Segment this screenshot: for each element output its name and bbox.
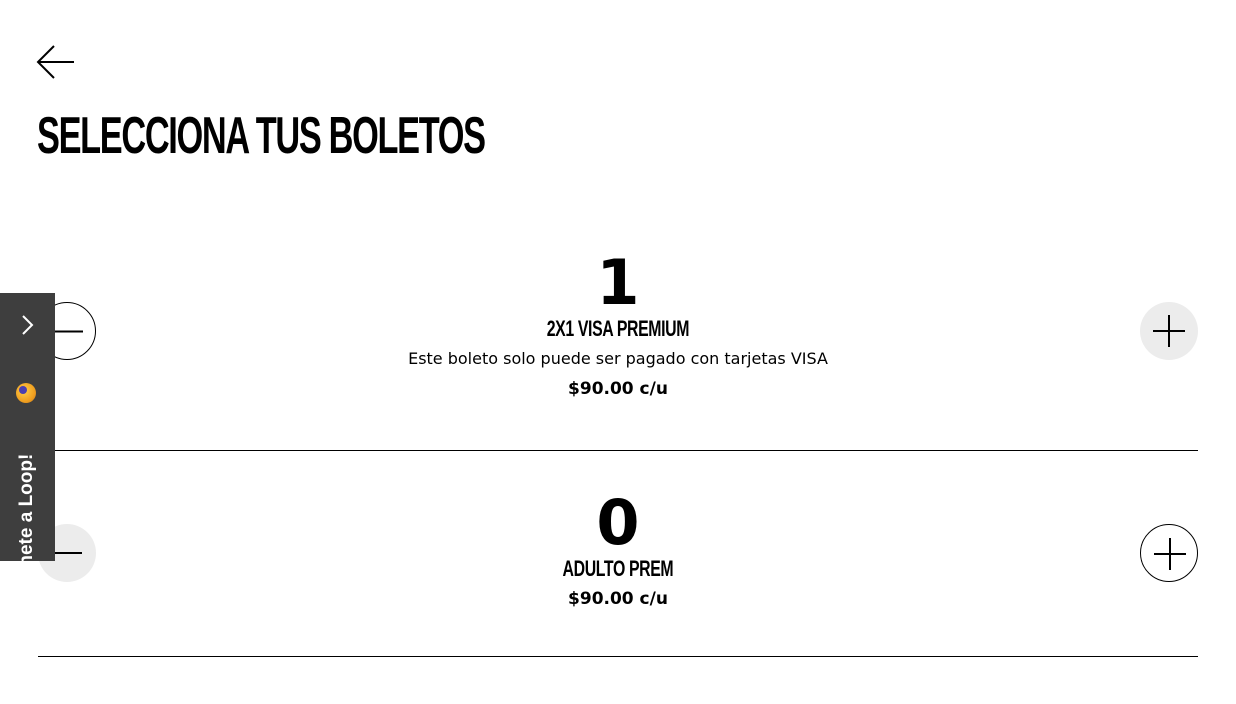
chevron-right-icon	[22, 315, 34, 335]
ticket-row: 1 2X1 VISA PREMIUM Este boleto solo pued…	[38, 250, 1198, 451]
ticket-quantity: 0	[596, 486, 640, 559]
ticket-price: $90.00 c/u	[568, 589, 668, 609]
smiley-emoji-icon	[16, 383, 36, 403]
ticket-price: $90.00 c/u	[568, 379, 668, 399]
plus-icon	[1153, 315, 1185, 347]
page-title: SELECCIONA TUS BOLETOS	[37, 107, 486, 165]
ticket-row: 0 ADULTO PREM $90.00 c/u	[38, 490, 1198, 657]
arrow-left-icon	[36, 45, 74, 79]
plus-icon	[1154, 538, 1186, 570]
join-loop-label: Únete a Loop!	[16, 453, 37, 581]
ticket-quantity: 1	[596, 246, 640, 319]
ticket-description: Este boleto solo puede ser pagado con ta…	[408, 349, 828, 368]
join-loop-tab[interactable]: Únete a Loop!	[0, 293, 55, 580]
ticket-selection-page: SELECCIONA TUS BOLETOS 1 2X1 VISA PREMIU…	[0, 0, 1236, 704]
ticket-info: 1 2X1 VISA PREMIUM Este boleto solo pued…	[38, 250, 1198, 400]
increase-quantity-button[interactable]	[1140, 302, 1198, 360]
ticket-name: 2X1 VISA PREMIUM	[546, 316, 690, 341]
back-button[interactable]	[36, 44, 76, 80]
increase-quantity-button[interactable]	[1140, 524, 1198, 582]
ticket-name: ADULTO PREM	[562, 556, 674, 581]
ticket-info: 0 ADULTO PREM $90.00 c/u	[38, 490, 1198, 610]
